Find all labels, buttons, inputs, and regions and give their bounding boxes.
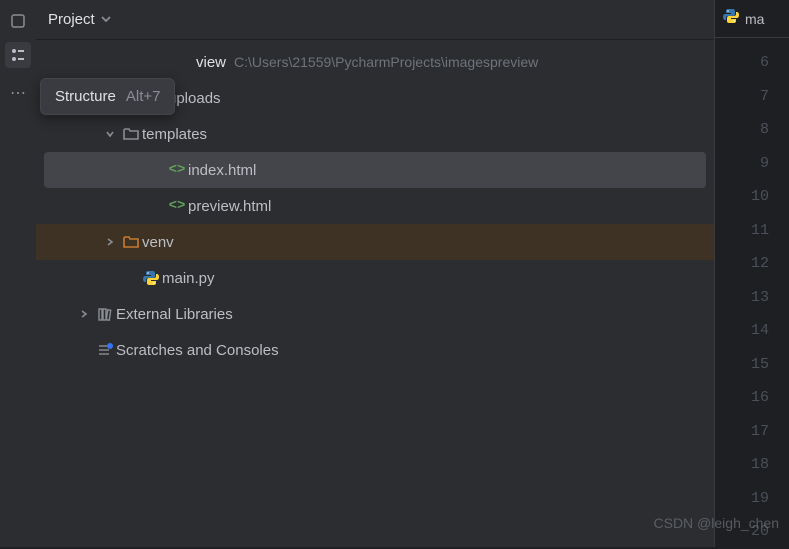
tree-item-index-html[interactable]: <> index.html	[44, 152, 706, 188]
chevron-down-icon	[101, 11, 111, 29]
line-number: 14	[715, 314, 789, 348]
structure-tool-icon[interactable]	[5, 42, 31, 68]
item-label: Scratches and Consoles	[116, 342, 279, 359]
line-number: 7	[715, 80, 789, 114]
line-number: 11	[715, 214, 789, 248]
tree-item-preview-html[interactable]: <> preview.html	[36, 188, 714, 224]
project-tool-icon[interactable]	[5, 8, 31, 34]
python-file-icon	[140, 270, 162, 286]
line-number: 13	[715, 281, 789, 315]
html-file-icon: <>	[166, 198, 188, 214]
line-numbers: 67891011121314151617181920	[715, 46, 789, 549]
watermark: CSDN @leigh_chen	[654, 515, 780, 531]
line-number: 16	[715, 381, 789, 415]
file-label: index.html	[188, 162, 256, 179]
line-number: 8	[715, 113, 789, 147]
folder-label: venv	[142, 234, 174, 251]
line-number: 17	[715, 415, 789, 449]
tool-window-bar: ⋯	[0, 0, 36, 547]
panel-header[interactable]: Project	[36, 0, 714, 40]
tab-label: ma	[745, 11, 764, 27]
chevron-right-icon	[100, 235, 120, 249]
line-number: 6	[715, 46, 789, 80]
python-file-icon	[723, 8, 739, 29]
tree-root[interactable]: view C:\Users\21559\PycharmProjects\imag…	[36, 44, 714, 80]
tree-item-scratches[interactable]: Scratches and Consoles	[36, 332, 714, 368]
html-file-icon: <>	[166, 162, 188, 178]
line-number: 10	[715, 180, 789, 214]
item-label: External Libraries	[116, 306, 233, 323]
folder-label: uploads	[168, 90, 221, 107]
folder-icon	[120, 235, 142, 249]
tree-item-venv[interactable]: venv	[36, 224, 714, 260]
more-tool-icon[interactable]: ⋯	[5, 80, 31, 106]
tooltip-shortcut: Alt+7	[126, 88, 161, 105]
chevron-right-icon	[74, 307, 94, 321]
file-label: main.py	[162, 270, 215, 287]
line-number: 15	[715, 348, 789, 382]
line-number: 19	[715, 482, 789, 516]
panel-title: Project	[48, 11, 95, 28]
file-tree: view C:\Users\21559\PycharmProjects\imag…	[36, 40, 714, 547]
scratches-icon	[94, 342, 116, 358]
folder-icon	[120, 127, 142, 141]
line-number: 12	[715, 247, 789, 281]
tree-item-templates[interactable]: templates	[36, 116, 714, 152]
tree-item-external-libraries[interactable]: External Libraries	[36, 296, 714, 332]
structure-tooltip: Structure Alt+7	[40, 78, 175, 115]
root-label: view	[196, 54, 226, 71]
editor-tab[interactable]: ma	[715, 0, 789, 38]
tooltip-name: Structure	[55, 88, 116, 105]
chevron-down-icon	[100, 127, 120, 141]
folder-label: templates	[142, 126, 207, 143]
library-icon	[94, 306, 116, 322]
file-label: preview.html	[188, 198, 271, 215]
tree-item-main-py[interactable]: main.py	[36, 260, 714, 296]
editor-gutter: ma 67891011121314151617181920	[714, 0, 789, 547]
line-number: 18	[715, 448, 789, 482]
root-path: C:\Users\21559\PycharmProjects\imagespre…	[234, 54, 538, 70]
line-number: 9	[715, 147, 789, 181]
